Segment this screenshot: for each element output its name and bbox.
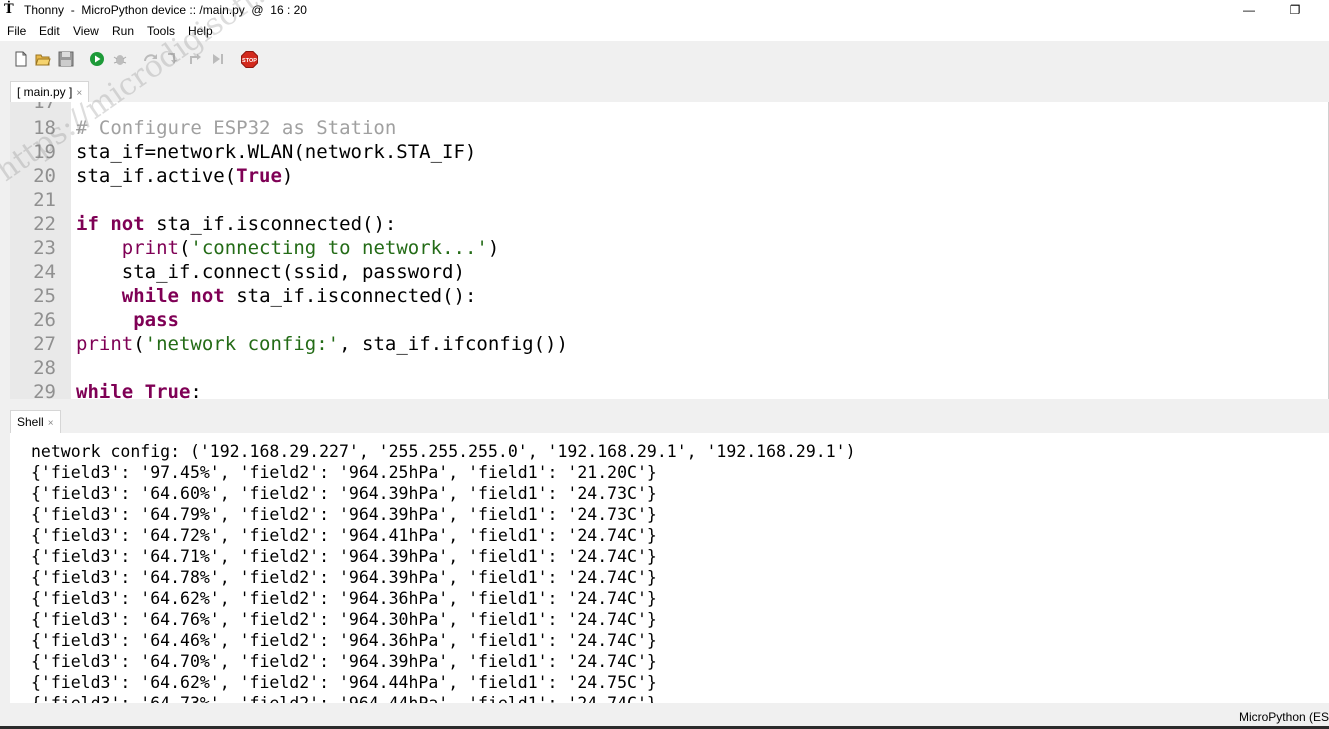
shell-line: {'field3': '64.46%', 'field2': '964.36hP…	[31, 631, 657, 650]
tab-shell[interactable]: Shell ×	[10, 410, 61, 433]
shell-line: {'field3': '64.73%', 'field2': '964.44hP…	[31, 693, 657, 703]
line-number: 27	[33, 333, 56, 355]
shell-line: {'field3': '97.45%', 'field2': '964.25hP…	[31, 463, 657, 482]
menu-view[interactable]: View	[73, 24, 99, 38]
new-file-icon[interactable]	[13, 51, 29, 67]
menu-bar: File Edit View Run Tools Help	[0, 22, 1329, 41]
code-line: print('connecting to network...')	[121, 237, 500, 259]
title-bar: Ṫ Thonny - MicroPython device :: /main.p…	[0, 0, 1329, 22]
code-line: # Configure ESP32 as Station	[76, 117, 397, 139]
step-into-icon[interactable]	[165, 51, 181, 67]
menu-file[interactable]: File	[7, 24, 26, 38]
open-file-icon[interactable]	[35, 51, 51, 67]
code-line: while True:	[76, 381, 202, 399]
tab-close-icon[interactable]: ×	[76, 88, 82, 99]
shell-tab-label: Shell	[17, 415, 44, 429]
run-icon[interactable]	[89, 51, 105, 67]
shell-line: {'field3': '64.79%', 'field2': '964.39hP…	[31, 505, 657, 524]
code-editor[interactable]: 17 18 19 20 21 22 23 24 25 26 27 28 29 #…	[10, 102, 1329, 399]
minimize-button[interactable]: —	[1226, 0, 1272, 22]
line-number: 17	[33, 102, 56, 113]
shell-tab-close-icon[interactable]: ×	[48, 418, 54, 429]
line-number: 21	[33, 189, 56, 211]
menu-help[interactable]: Help	[188, 24, 213, 38]
thonny-logo-icon: Ṫ	[4, 2, 14, 17]
code-line: while not sta_if.isconnected():	[121, 285, 477, 307]
maximize-button[interactable]: ❐	[1272, 0, 1318, 22]
tab-main-py[interactable]: [ main.py ] ×	[10, 81, 90, 102]
shell-line: {'field3': '64.70%', 'field2': '964.39hP…	[31, 652, 657, 671]
step-out-icon[interactable]	[188, 51, 204, 67]
line-number: 24	[33, 261, 56, 283]
editor-tab-bar: [ main.py ] ×	[0, 79, 1329, 102]
code-line: sta_if.connect(ssid, password)	[76, 261, 465, 283]
step-over-icon[interactable]	[143, 51, 159, 67]
line-number: 25	[33, 285, 56, 307]
shell-line: {'field3': '64.78%', 'field2': '964.39hP…	[31, 568, 657, 587]
code-line: print('network config:', sta_if.ifconfig…	[76, 333, 568, 355]
code-line: pass	[133, 309, 179, 331]
stop-icon[interactable]: STOP	[241, 51, 258, 68]
interpreter-selector[interactable]: MicroPython (ES	[1239, 710, 1329, 724]
line-number: 28	[33, 357, 56, 379]
menu-run[interactable]: Run	[112, 24, 134, 38]
shell-line: {'field3': '64.62%', 'field2': '964.44hP…	[31, 673, 657, 692]
shell-output[interactable]: network config: ('192.168.29.227', '255.…	[10, 433, 1329, 703]
stop-icon-label: STOP	[242, 58, 257, 64]
shell-tab-bar: Shell ×	[0, 408, 1329, 433]
line-number: 29	[33, 381, 56, 399]
code-line: sta_if=network.WLAN(network.STA_IF)	[76, 141, 477, 163]
resume-icon[interactable]	[210, 51, 226, 67]
shell-line: {'field3': '64.72%', 'field2': '964.41hP…	[31, 526, 657, 545]
line-number: 18	[33, 117, 56, 139]
menu-edit[interactable]: Edit	[39, 24, 60, 38]
shell-line: network config: ('192.168.29.227', '255.…	[31, 442, 856, 461]
line-number: 20	[33, 165, 56, 187]
menu-tools[interactable]: Tools	[147, 24, 175, 38]
line-number: 22	[33, 213, 56, 235]
shell-line: {'field3': '64.62%', 'field2': '964.36hP…	[31, 589, 657, 608]
debug-icon[interactable]	[112, 51, 128, 67]
shell-line: {'field3': '64.76%', 'field2': '964.30hP…	[31, 610, 657, 629]
toolbar: STOP	[0, 41, 1329, 77]
window-title: Thonny - MicroPython device :: /main.py …	[24, 3, 307, 17]
line-number-gutter: 17 18 19 20 21 22 23 24 25 26 27 28 29	[10, 102, 71, 399]
code-line: if not sta_if.isconnected():	[76, 213, 397, 235]
tab-label: [ main.py ]	[17, 85, 73, 99]
line-number: 23	[33, 237, 56, 259]
shell-line: {'field3': '64.71%', 'field2': '964.39hP…	[31, 547, 657, 566]
save-icon[interactable]	[58, 51, 74, 67]
line-number: 19	[33, 141, 56, 163]
line-number: 26	[33, 309, 56, 331]
code-line: sta_if.active(True)	[76, 165, 294, 187]
shell-line: {'field3': '64.60%', 'field2': '964.39hP…	[31, 484, 657, 503]
